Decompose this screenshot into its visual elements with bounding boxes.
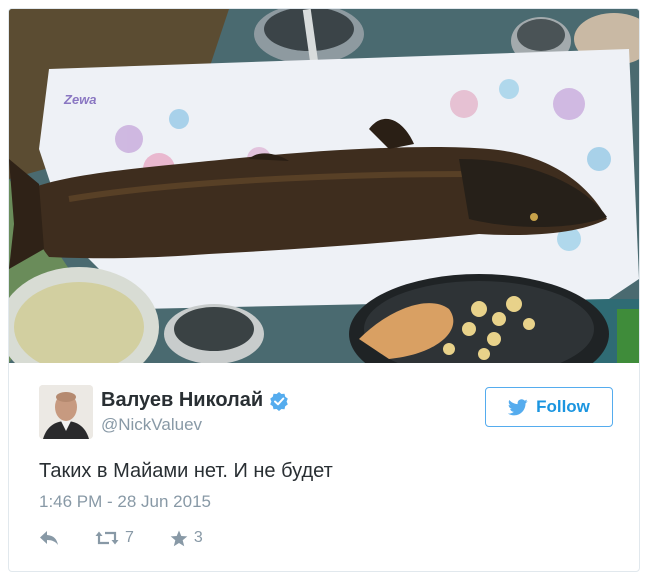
favorite-count: 3: [193, 529, 203, 546]
author-name-row: Валуев Николай: [101, 389, 289, 412]
towel-brand-text: Zewa: [63, 92, 97, 107]
twitter-bird-icon: [508, 398, 528, 415]
follow-label: Follow: [536, 397, 590, 416]
retweet-count: 7: [125, 529, 134, 546]
tweet-card: Zewa Валуев Николай @NickValuev Follow Т…: [8, 8, 640, 572]
reply-button[interactable]: [39, 530, 59, 546]
avatar[interactable]: [39, 385, 93, 439]
user-handle[interactable]: @NickValuev: [101, 415, 202, 435]
avatar-image: [39, 385, 93, 439]
star-icon: [170, 530, 188, 546]
retweet-button[interactable]: 7: [95, 529, 134, 547]
favorite-button[interactable]: 3: [170, 529, 203, 547]
photo-illustration: Zewa: [9, 9, 639, 363]
display-name[interactable]: Валуев Николай: [101, 389, 263, 412]
reply-icon: [40, 531, 58, 545]
tweet-photo[interactable]: Zewa: [9, 9, 639, 363]
retweet-icon: [95, 531, 119, 545]
tweet-timestamp[interactable]: 1:46 PM - 28 Jun 2015: [39, 492, 211, 512]
tweet-text: Таких в Майами нет. И не будет: [39, 460, 333, 482]
follow-button[interactable]: Follow: [485, 387, 613, 427]
verified-badge-icon: [270, 391, 288, 411]
tweet-actions: 7 3: [39, 529, 239, 547]
